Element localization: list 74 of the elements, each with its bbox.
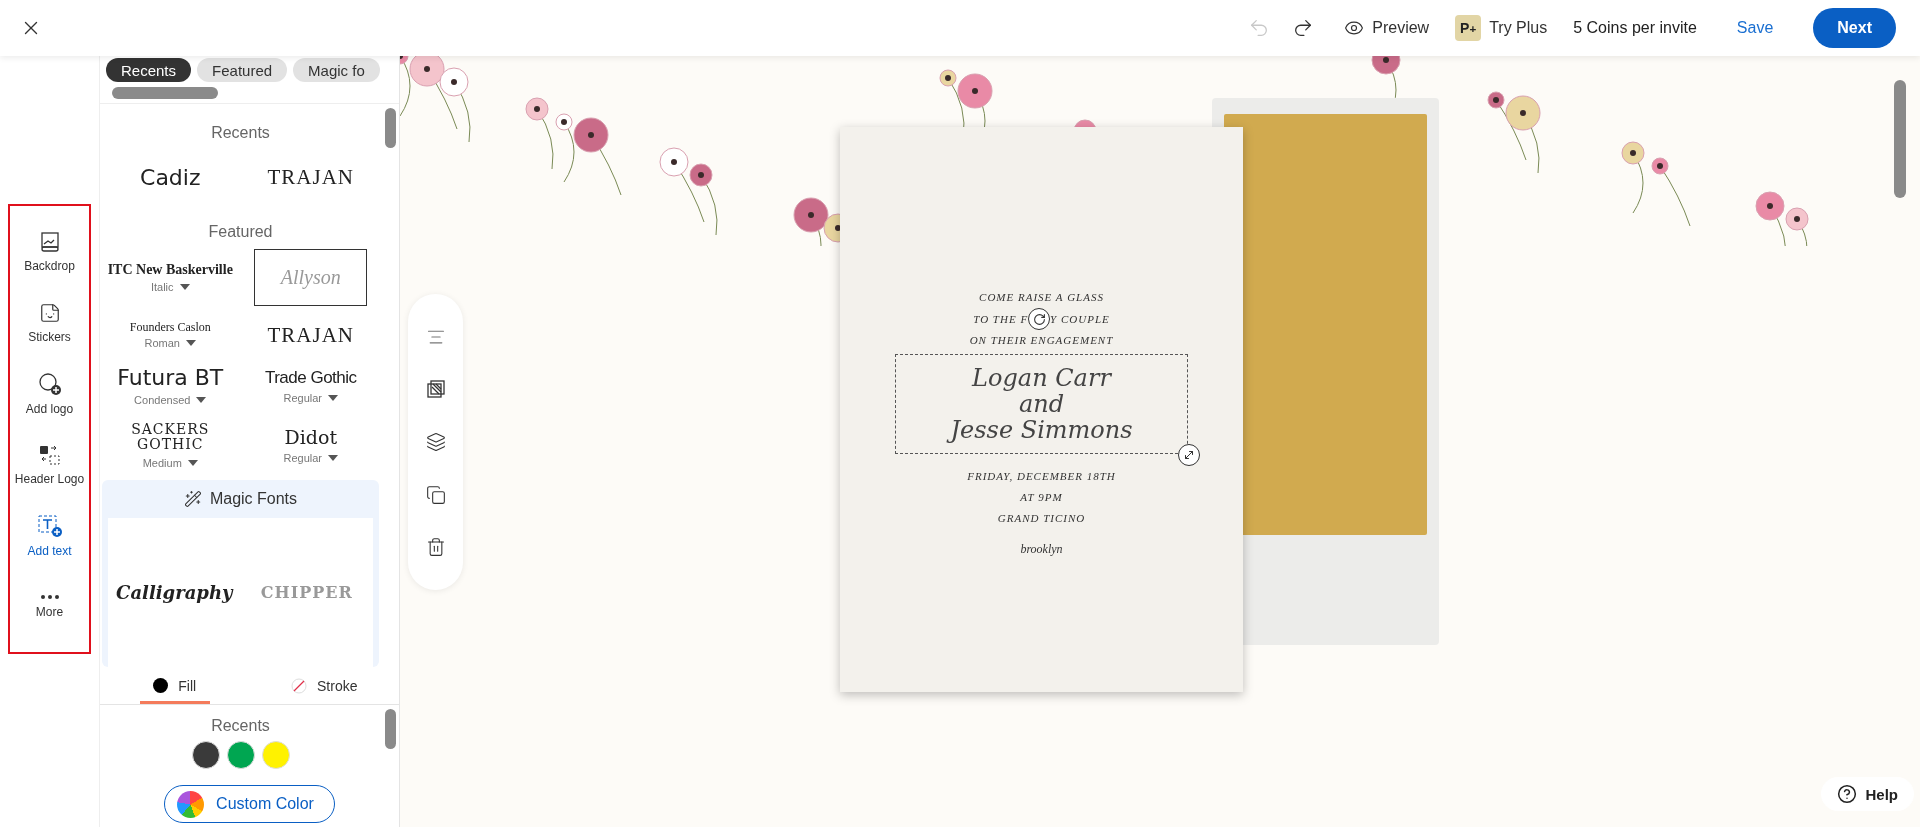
font-option[interactable]: Calligraphy bbox=[115, 580, 234, 604]
caret-icon bbox=[328, 455, 338, 462]
caret-icon bbox=[186, 340, 196, 346]
resize-handle[interactable] bbox=[1178, 444, 1200, 466]
font-option[interactable]: Didot bbox=[283, 425, 338, 450]
section-heading: Magic Fonts bbox=[209, 489, 298, 508]
color-swatch[interactable] bbox=[261, 741, 290, 769]
preview-button[interactable]: Preview bbox=[1344, 18, 1430, 38]
save-link[interactable]: Save bbox=[1722, 19, 1788, 37]
help-icon bbox=[1837, 784, 1858, 804]
font-style-dropdown[interactable]: Regular bbox=[277, 451, 344, 466]
help-button[interactable]: Help bbox=[1821, 777, 1914, 811]
layers-icon[interactable] bbox=[425, 431, 446, 452]
font-style-dropdown[interactable]: Regular bbox=[277, 390, 344, 405]
script-name: and bbox=[1018, 391, 1065, 417]
section-heading: Recents bbox=[210, 124, 271, 142]
image-frame-icon bbox=[38, 230, 61, 253]
font-category-tab[interactable]: Magic fo bbox=[293, 58, 380, 82]
magic-wand-icon bbox=[183, 489, 202, 508]
caret-icon bbox=[187, 459, 198, 466]
font-style-dropdown[interactable]: Roman bbox=[138, 336, 202, 350]
sidebar-item[interactable]: Header Logo bbox=[10, 429, 89, 500]
font-option[interactable]: Cadiz bbox=[139, 164, 202, 191]
paint-tab[interactable]: Stroke bbox=[249, 667, 399, 704]
font-option[interactable]: SACKERS GOTHIC bbox=[120, 421, 221, 454]
color-swatch[interactable] bbox=[191, 741, 220, 769]
card-text: FRIDAY, DECEMBER 18TH bbox=[967, 469, 1116, 484]
font-option[interactable]: TRAJAN bbox=[266, 321, 355, 349]
custom-color-button[interactable]: Custom Color bbox=[164, 785, 335, 823]
sidebar-item[interactable]: Add logo bbox=[10, 358, 89, 429]
sticker-plus-icon bbox=[37, 371, 62, 396]
color-swatch[interactable] bbox=[226, 741, 255, 769]
more-icon bbox=[40, 594, 59, 599]
caret-icon bbox=[179, 283, 190, 290]
script-name: Logan Carr bbox=[972, 365, 1111, 391]
add-text-icon bbox=[36, 513, 63, 538]
card-text: COME RAISE A GLASS bbox=[979, 290, 1104, 305]
caret-icon bbox=[196, 397, 207, 403]
sticker-icon bbox=[38, 301, 61, 324]
sidebar-item[interactable]: More bbox=[10, 571, 89, 642]
card-text: brooklyn bbox=[1020, 541, 1063, 558]
font-style-dropdown[interactable]: Medium bbox=[136, 455, 204, 470]
no-stroke-icon bbox=[291, 677, 307, 694]
card-text: GRAND TICINO bbox=[997, 511, 1086, 526]
next-button[interactable]: Next bbox=[1813, 8, 1896, 48]
coins-label: 5 Coins per invite bbox=[1573, 19, 1697, 37]
duplicate-icon[interactable] bbox=[425, 484, 446, 505]
font-category-tab[interactable]: Recents bbox=[106, 58, 192, 82]
sidebar-item[interactable]: Backdrop bbox=[10, 216, 89, 287]
sidebar-item[interactable]: Add text bbox=[10, 500, 89, 571]
fill-dot-icon bbox=[153, 678, 169, 693]
trash-icon[interactable] bbox=[425, 537, 446, 558]
font-style-dropdown[interactable]: Condensed bbox=[128, 393, 213, 407]
font-option[interactable]: ITC New Baskerville bbox=[106, 261, 234, 278]
section-heading: Featured bbox=[207, 223, 274, 241]
color-wheel-icon bbox=[177, 790, 205, 818]
paint-tab[interactable]: Fill bbox=[100, 667, 250, 704]
card-text: TO THE F bbox=[973, 311, 1029, 327]
vertical-scrollbar[interactable] bbox=[1894, 80, 1906, 198]
caret-icon bbox=[328, 394, 338, 401]
font-style-dropdown[interactable]: Italic bbox=[144, 279, 196, 294]
rotate-handle[interactable] bbox=[1028, 308, 1051, 330]
section-heading: Recents bbox=[211, 717, 270, 735]
swap-logo-icon bbox=[37, 443, 62, 466]
hatched-squares-icon[interactable] bbox=[425, 379, 446, 400]
card-text: AT 9PM bbox=[1020, 490, 1063, 505]
font-option[interactable]: TRAJAN bbox=[266, 164, 355, 191]
card-text: ON THEIR ENGAGEMENT bbox=[969, 333, 1114, 348]
sidebar-item[interactable]: Stickers bbox=[10, 287, 89, 358]
font-option[interactable]: Founders Caslon bbox=[128, 320, 212, 334]
font-category-tab[interactable]: Featured bbox=[197, 58, 288, 82]
font-option[interactable]: Trade Gothic bbox=[263, 366, 358, 389]
card-text: Y COUPLE bbox=[1050, 311, 1110, 327]
font-option[interactable]: Futura BT bbox=[116, 364, 225, 391]
